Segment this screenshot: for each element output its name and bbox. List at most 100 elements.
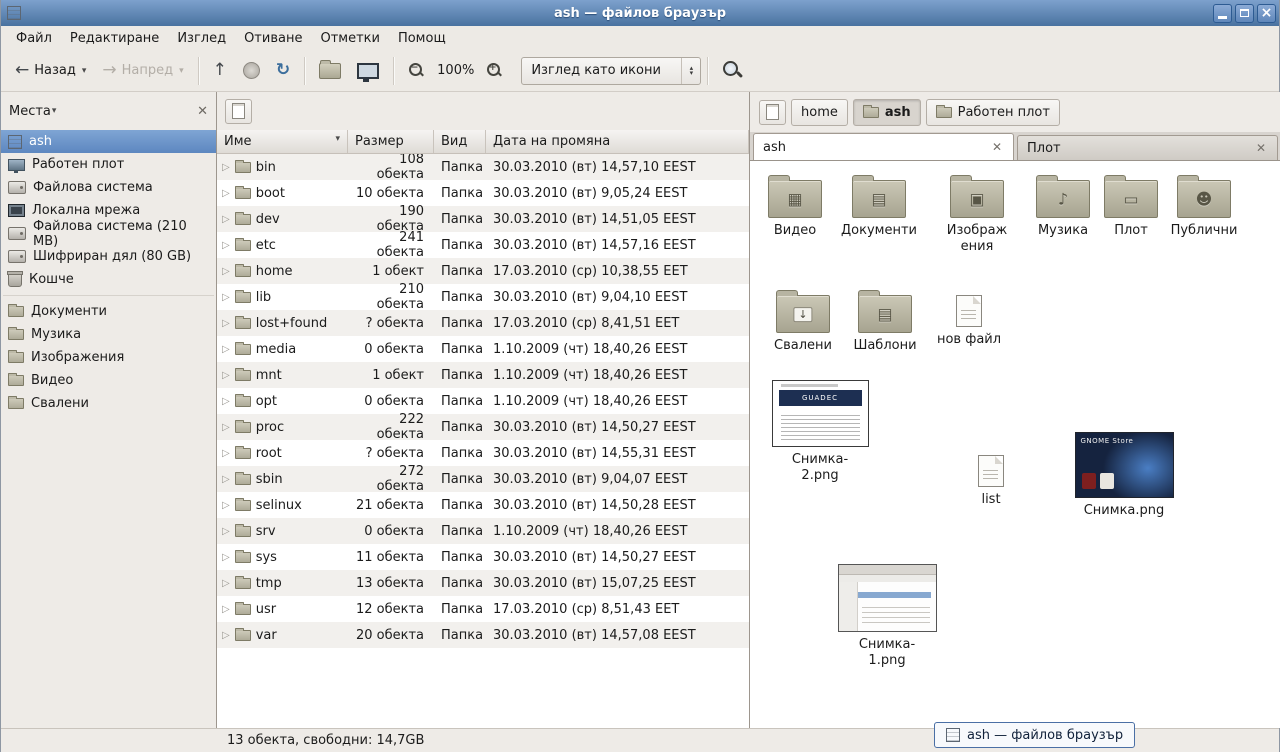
sidebar-item[interactable]: Файлова система (210 MB) (1, 222, 216, 245)
icon-folder-pictures[interactable]: ▣Изображения (935, 174, 1019, 254)
tree-row[interactable]: ▷sys11 обектаПапка30.03.2010 (вт) 14,50,… (217, 544, 749, 570)
expander-icon[interactable]: ▷ (222, 604, 230, 615)
tree-row[interactable]: ▷media0 обектаПапка1.10.2009 (чт) 18,40,… (217, 336, 749, 362)
expander-icon[interactable]: ▷ (222, 578, 230, 589)
tree-row[interactable]: ▷selinux21 обектаПапка30.03.2010 (вт) 14… (217, 492, 749, 518)
icon-folder-templates[interactable]: ▤Шаблони (843, 289, 927, 354)
expander-icon[interactable]: ▷ (222, 422, 230, 433)
column-header-name[interactable]: Име ▾ (217, 130, 348, 153)
sidebar-item[interactable]: Видео (1, 369, 216, 392)
expander-icon[interactable]: ▷ (222, 396, 230, 407)
zoom-in-button[interactable]: + (478, 57, 511, 84)
tree-row[interactable]: ▷lib210 обектаПапка30.03.2010 (вт) 9,04,… (217, 284, 749, 310)
combo-arrows-icon[interactable]: ▴▾ (681, 58, 700, 84)
icon-text-file[interactable]: list (949, 447, 1033, 508)
expander-icon[interactable]: ▷ (222, 266, 230, 277)
column-header-type[interactable]: Вид (434, 130, 486, 153)
sidebar-item[interactable]: Шифриран дял (80 GB) (1, 245, 216, 268)
breadcrumb-ash[interactable]: ash (853, 99, 921, 126)
sidebar-item[interactable]: Изображения (1, 346, 216, 369)
icon-image-guadec[interactable]: GUADECСнимка-2.png (778, 380, 862, 483)
tree-row[interactable]: ▷mnt1 обектПапка1.10.2009 (чт) 18,40,26 … (217, 362, 749, 388)
sidebar-item[interactable]: Кошче (1, 268, 216, 291)
column-header-date[interactable]: Дата на промяна (486, 130, 749, 153)
expander-icon[interactable]: ▷ (222, 474, 230, 485)
expander-icon[interactable]: ▷ (222, 188, 230, 199)
tree-row[interactable]: ▷var20 обектаПапка30.03.2010 (вт) 14,57,… (217, 622, 749, 648)
sort-arrow-icon[interactable]: ▾ (335, 134, 340, 144)
titlebar[interactable]: ash — файлов браузър × (1, 0, 1279, 26)
sidebar-item[interactable]: Работен плот (1, 153, 216, 176)
tree-row[interactable]: ▷etc241 обектаПапка30.03.2010 (вт) 14,57… (217, 232, 749, 258)
icon-folder-public[interactable]: ☻Публични (1162, 174, 1246, 239)
tab-plot[interactable]: Плот ✕ (1017, 135, 1278, 160)
search-button[interactable] (714, 55, 751, 86)
sidebar-item[interactable]: Документи (1, 300, 216, 323)
breadcrumb-desktop[interactable]: Работен плот (926, 99, 1060, 126)
close-button[interactable]: × (1257, 4, 1276, 23)
expander-icon[interactable]: ▷ (222, 214, 230, 225)
view-mode-combobox[interactable]: Изглед като икони ▴▾ (521, 57, 701, 85)
expander-icon[interactable]: ▷ (222, 448, 230, 459)
icon-image-gnome-store[interactable]: GNOME StoreСнимка.png (1082, 432, 1166, 519)
tree-row[interactable]: ▷sbin272 обектаПапка30.03.2010 (вт) 9,04… (217, 466, 749, 492)
icon-folder-desktop[interactable]: ▭Плот (1089, 174, 1173, 239)
back-button[interactable]: ← Назад ▾ (7, 57, 94, 84)
column-header-size[interactable]: Размер (348, 130, 434, 153)
tree-row[interactable]: ▷boot10 обектаПапка30.03.2010 (вт) 9,05,… (217, 180, 749, 206)
menubar-item-4[interactable]: Отиване (235, 28, 311, 49)
icon-folder-downloads[interactable]: ↓Свалени (761, 289, 845, 354)
sidebar-close-icon[interactable]: ✕ (197, 104, 208, 119)
expander-icon[interactable]: ▷ (222, 630, 230, 641)
places-mode-arrow-icon[interactable]: ▾ (52, 106, 57, 116)
expander-icon[interactable]: ▷ (222, 370, 230, 381)
tree-row[interactable]: ▷bin108 обектаПапка30.03.2010 (вт) 14,57… (217, 154, 749, 180)
breadcrumb-home[interactable]: home (791, 99, 848, 126)
expander-icon[interactable]: ▷ (222, 240, 230, 251)
menubar-item-5[interactable]: Отметки (311, 28, 388, 49)
menubar-item-1[interactable]: Файл (7, 28, 61, 49)
computer-button[interactable] (349, 58, 387, 84)
minimize-button[interactable] (1213, 4, 1232, 23)
expander-icon[interactable]: ▷ (222, 318, 230, 329)
menubar-item-3[interactable]: Изглед (168, 28, 235, 49)
sidebar-item[interactable]: ash (1, 130, 216, 153)
expander-icon[interactable]: ▷ (222, 526, 230, 537)
tree-row[interactable]: ▷tmp13 обектаПапка30.03.2010 (вт) 15,07,… (217, 570, 749, 596)
tree-row[interactable]: ▷home1 обектПапка17.03.2010 (ср) 10,38,5… (217, 258, 749, 284)
tree-row[interactable]: ▷srv0 обектаПапка1.10.2009 (чт) 18,40,26… (217, 518, 749, 544)
forward-button[interactable]: → Напред ▾ (94, 57, 191, 84)
icon-folder-documents[interactable]: ▤Документи (837, 174, 921, 239)
icon-folder-video[interactable]: ▦Видео (753, 174, 837, 239)
taskbar-window-button[interactable]: ash — файлов браузър (934, 722, 1135, 748)
back-history-arrow-icon[interactable]: ▾ (82, 66, 87, 76)
icon-text-file[interactable]: нов файл (927, 287, 1011, 348)
expander-icon[interactable]: ▷ (222, 162, 230, 173)
tree-row[interactable]: ▷proc222 обектаПапка30.03.2010 (вт) 14,5… (217, 414, 749, 440)
expander-icon[interactable]: ▷ (222, 344, 230, 355)
sidebar-item[interactable]: Файлова система (1, 176, 216, 199)
menubar-item-2[interactable]: Редактиране (61, 28, 168, 49)
up-button[interactable]: ↑ (205, 57, 235, 84)
tab-close-icon[interactable]: ✕ (1254, 141, 1268, 155)
pathbar-icon-button[interactable] (759, 100, 786, 125)
tree-row[interactable]: ▷usr12 обектаПапка17.03.2010 (ср) 8,51,4… (217, 596, 749, 622)
sidebar-item[interactable]: Музика (1, 323, 216, 346)
reload-button[interactable]: ↻ (268, 57, 298, 84)
tab-ash[interactable]: ash ✕ (753, 133, 1014, 160)
location-toggle-button[interactable] (225, 99, 252, 124)
expander-icon[interactable]: ▷ (222, 500, 230, 511)
tree-row[interactable]: ▷opt0 обектаПапка1.10.2009 (чт) 18,40,26… (217, 388, 749, 414)
sidebar-item[interactable]: Свалени (1, 392, 216, 415)
expander-icon[interactable]: ▷ (222, 292, 230, 303)
icon-view[interactable]: ▦Видео▤Документи▣Изображения♪Музика▭Плот… (750, 160, 1280, 728)
tab-close-icon[interactable]: ✕ (990, 140, 1004, 154)
tree-row[interactable]: ▷dev190 обектаПапка30.03.2010 (вт) 14,51… (217, 206, 749, 232)
menubar-item-6[interactable]: Помощ (389, 28, 455, 49)
stop-button[interactable] (235, 57, 268, 84)
zoom-out-button[interactable]: − (400, 57, 433, 84)
home-button[interactable] (311, 58, 349, 84)
maximize-button[interactable] (1235, 4, 1254, 23)
tree-row[interactable]: ▷lost+found? обектаПапка17.03.2010 (ср) … (217, 310, 749, 336)
icon-image-filemanager[interactable]: Снимка-1.png (845, 564, 929, 668)
